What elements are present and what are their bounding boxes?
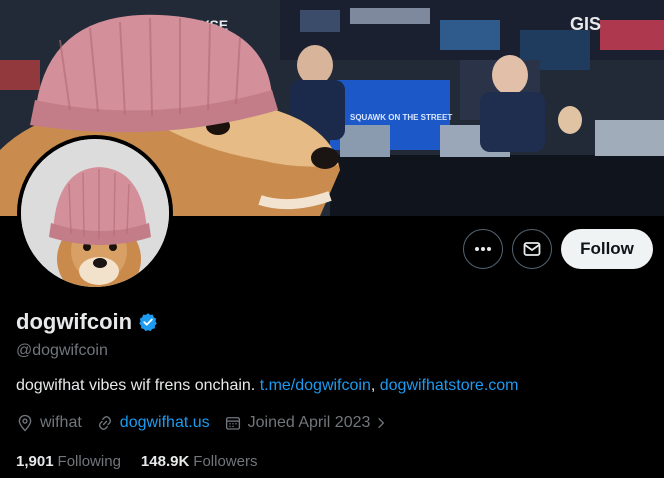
profile-bio: dogwifhat vibes wif frens onchain. t.me/… (16, 377, 518, 395)
following-stat[interactable]: 1,901 Following (16, 453, 121, 470)
profile-website[interactable]: dogwifhat.us (96, 414, 210, 432)
verified-badge-icon[interactable] (138, 312, 158, 332)
more-dots-icon (475, 247, 491, 251)
more-options-button[interactable] (463, 229, 503, 269)
follow-button[interactable]: Follow (561, 229, 653, 269)
banner-desk-text: SQUAWK ON THE STREET (350, 113, 452, 122)
profile-avatar[interactable] (17, 135, 173, 291)
profile-location: wifhat (16, 414, 82, 432)
profile-meta: wifhat dogwifhat.us Joined April 2023 (16, 414, 402, 432)
location-pin-icon (18, 414, 32, 432)
display-name-text: dogwifcoin (16, 309, 133, 334)
followers-label: Followers (193, 453, 258, 470)
bio-separator: , (370, 377, 380, 394)
message-button[interactable] (512, 229, 552, 269)
following-label: Following (57, 453, 121, 470)
following-count: 1,901 (16, 453, 54, 470)
bio-link-telegram[interactable]: t.me/dogwifcoin (260, 377, 371, 394)
followers-stat[interactable]: 148.9K Followers (141, 453, 258, 470)
bio-link-store[interactable]: dogwifhatstore.com (380, 377, 519, 394)
profile-stats: 1,901 Following 148.9K Followers (16, 453, 277, 470)
link-icon (98, 416, 111, 430)
location-text: wifhat (40, 414, 82, 431)
profile-handle: @dogwifcoin (16, 342, 108, 359)
banner-sign-gis: GIS (570, 14, 601, 34)
website-link[interactable]: dogwifhat.us (120, 414, 210, 432)
chevron-right-icon (378, 417, 385, 429)
followers-count: 148.9K (140, 453, 190, 470)
profile-joined[interactable]: Joined April 2023 (224, 414, 389, 432)
envelope-icon (523, 242, 541, 256)
bio-text: dogwifhat vibes wif frens onchain. (16, 377, 260, 394)
calendar-icon (225, 417, 240, 430)
joined-text: Joined April 2023 (247, 414, 371, 431)
avatar-dog-image (21, 139, 169, 287)
profile-display-name: dogwifcoin (16, 309, 158, 335)
